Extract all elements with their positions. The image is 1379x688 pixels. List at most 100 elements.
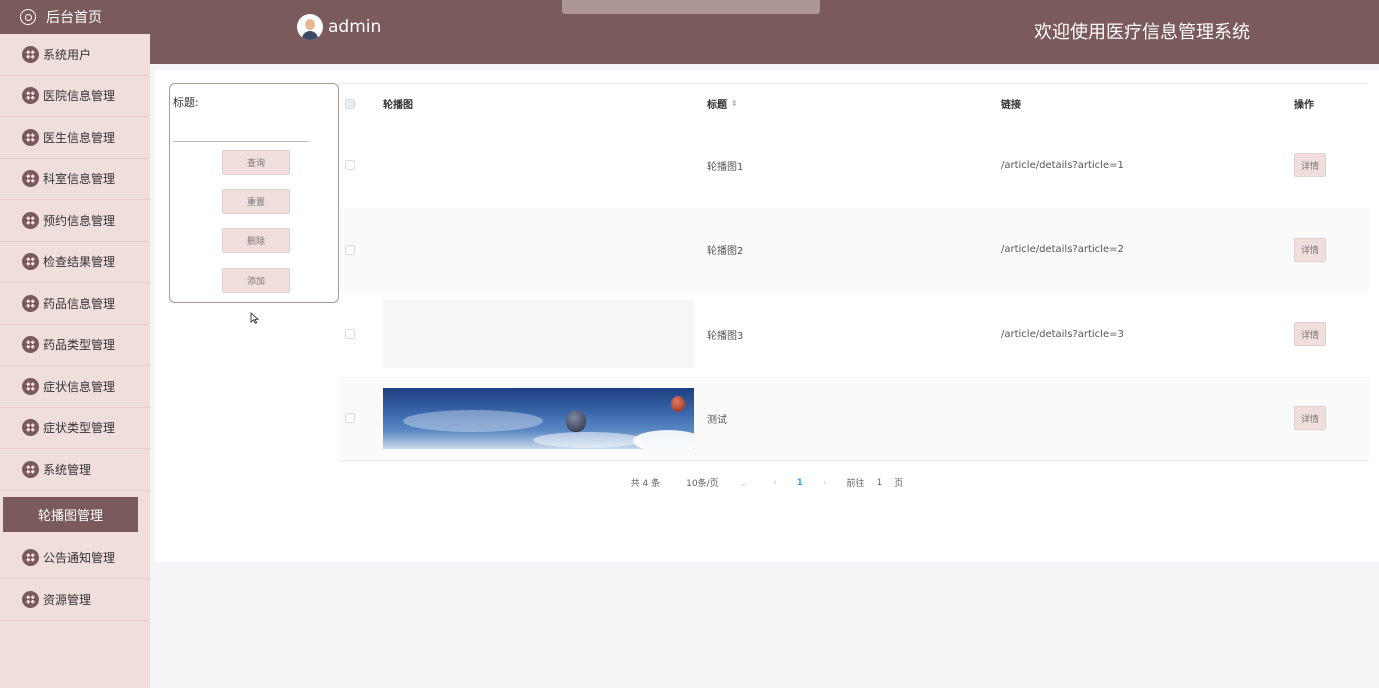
menu-icon [22, 87, 39, 105]
page-number-current[interactable]: 1 [797, 478, 803, 488]
table-row: 测试 详情 [339, 376, 1369, 461]
sidebar-item-doctor[interactable]: 医生信息管理 [0, 117, 150, 159]
sidebar-home-label: 后台首页 [46, 10, 102, 26]
sidebar-item-label: 医院信息管理 [43, 89, 116, 104]
chevron-down-icon: ⌄ [739, 479, 748, 489]
home-icon [20, 9, 36, 25]
carousel-table: 轮播图 标题 ⇕ 链接 操作 轮播图1 /article/details?art… [339, 83, 1369, 461]
mouse-cursor-icon [250, 312, 259, 324]
next-page-button[interactable]: › [823, 478, 827, 488]
column-header-title-label: 标题 [707, 100, 727, 111]
sidebar-item-label: 轮播图管理 [37, 508, 103, 524]
row-title: 测试 [707, 414, 727, 426]
row-link: /article/details?article=3 [1001, 328, 1124, 340]
delete-button[interactable]: 删除 [222, 228, 290, 253]
title-search-input[interactable] [173, 118, 309, 142]
search-panel: 标题: 查询 重置 删除 添加 [169, 83, 339, 303]
column-header-link: 链接 [1001, 100, 1021, 111]
sidebar-item-appointment[interactable]: 预约信息管理 [0, 200, 150, 242]
sidebar-item-label: 预约信息管理 [43, 213, 116, 228]
sidebar-item-carousel[interactable]: 轮播图管理 [3, 496, 138, 532]
pagination-total: 共 4 条 [630, 479, 661, 489]
reset-button[interactable]: 重置 [222, 189, 290, 214]
sidebar-item-label: 药品信息管理 [43, 296, 116, 311]
menu-icon [22, 460, 39, 478]
sidebar-item-label: 公告通知管理 [43, 551, 116, 566]
table-row: 轮播图3 /article/details?article=3 详情 [339, 292, 1369, 377]
goto-suffix: 页 [894, 479, 904, 489]
carousel-image-balloon [383, 387, 694, 449]
sidebar-item-label: 系统用户 [43, 47, 92, 62]
row-title: 轮播图1 [707, 161, 744, 173]
sidebar-item-label: 症状类型管理 [43, 421, 116, 436]
menu-icon [22, 590, 39, 608]
goto-page-input[interactable]: 1 [877, 478, 883, 488]
sidebar-item-label: 系统管理 [43, 462, 92, 477]
menu-icon [22, 128, 39, 146]
row-title: 轮播图2 [707, 246, 744, 258]
avatar [297, 14, 323, 40]
goto-label: 前往 [846, 479, 865, 489]
menu-icon [22, 253, 39, 271]
menu-icon [22, 45, 39, 63]
sidebar-item-symptom-info[interactable]: 症状信息管理 [0, 366, 150, 408]
sidebar-home[interactable]: 后台首页 [0, 0, 150, 34]
menu-icon [22, 419, 39, 437]
row-title: 轮播图3 [707, 330, 744, 342]
column-header-action: 操作 [1294, 100, 1314, 111]
sidebar: 后台首页 系统用户 医院信息管理 医生信息管理 科室信息管理 预约信息管理 检查… [0, 0, 150, 688]
row-link: /article/details?article=1 [1001, 159, 1124, 171]
detail-button[interactable]: 详情 [1294, 153, 1326, 178]
row-checkbox[interactable] [345, 244, 355, 255]
user-info[interactable]: admin [297, 14, 381, 40]
column-header-image: 轮播图 [383, 100, 413, 111]
pagination: 共 4 条 10条/页 ⌄ ‹ 1 › 前往 1 页 [155, 476, 1379, 490]
row-checkbox[interactable] [345, 160, 355, 171]
username: admin [328, 17, 382, 37]
detail-button[interactable]: 详情 [1294, 237, 1326, 262]
sidebar-item-resources[interactable]: 资源管理 [0, 579, 150, 621]
sidebar-item-symptom-type[interactable]: 症状类型管理 [0, 408, 150, 449]
sidebar-item-notice[interactable]: 公告通知管理 [0, 538, 150, 579]
sidebar-item-label: 症状信息管理 [43, 379, 116, 394]
menu-icon [22, 336, 39, 354]
sidebar-item-drug-info[interactable]: 药品信息管理 [0, 283, 150, 325]
title-field-label: 标题: [173, 96, 199, 109]
sidebar-item-label: 药品类型管理 [43, 338, 116, 353]
row-link: /article/details?article=2 [1001, 244, 1124, 256]
detail-button[interactable]: 详情 [1294, 322, 1326, 347]
menu-icon [22, 377, 39, 395]
menu-icon [22, 211, 39, 229]
page-size-select[interactable]: 10条/页 ⌄ [680, 476, 753, 489]
toast-message [562, 0, 820, 14]
column-header-title[interactable]: 标题 ⇕ [707, 84, 738, 123]
menu-icon [22, 170, 39, 188]
carousel-image-placeholder [383, 300, 694, 369]
detail-button[interactable]: 详情 [1294, 406, 1326, 431]
menu-icon [22, 294, 39, 312]
sidebar-item-drug-type[interactable]: 药品类型管理 [0, 325, 150, 366]
sidebar-item-label: 科室信息管理 [43, 172, 116, 187]
sidebar-item-department[interactable]: 科室信息管理 [0, 159, 150, 200]
sidebar-item-label: 医生信息管理 [43, 130, 116, 145]
row-checkbox[interactable] [345, 329, 355, 340]
add-button[interactable]: 添加 [222, 268, 290, 293]
sidebar-item-system-users[interactable]: 系统用户 [0, 34, 150, 76]
prev-page-button[interactable]: ‹ [773, 478, 777, 488]
query-button[interactable]: 查询 [222, 150, 290, 175]
sidebar-item-exam-results[interactable]: 检查结果管理 [0, 242, 150, 283]
table-header: 轮播图 标题 ⇕ 链接 操作 [339, 83, 1369, 123]
table-row: 轮播图1 /article/details?article=1 详情 [339, 123, 1369, 208]
main-content: 标题: 查询 重置 删除 添加 轮播图 标题 ⇕ 链接 操作 轮播图1 /art… [155, 70, 1379, 562]
sidebar-item-label: 检查结果管理 [43, 255, 116, 270]
menu-icon [22, 549, 39, 567]
top-header: admin 欢迎使用医疗信息管理系统 [150, 0, 1379, 64]
table-row: 轮播图2 /article/details?article=2 详情 [339, 207, 1369, 292]
sidebar-item-label: 资源管理 [43, 592, 92, 607]
sort-caret-icon[interactable]: ⇕ [731, 99, 738, 108]
select-all-checkbox[interactable] [345, 98, 355, 109]
row-checkbox[interactable] [345, 413, 355, 424]
page-size-value: 10条/页 [686, 479, 719, 489]
sidebar-item-hospital[interactable]: 医院信息管理 [0, 76, 150, 117]
sidebar-item-system[interactable]: 系统管理 [0, 449, 150, 491]
